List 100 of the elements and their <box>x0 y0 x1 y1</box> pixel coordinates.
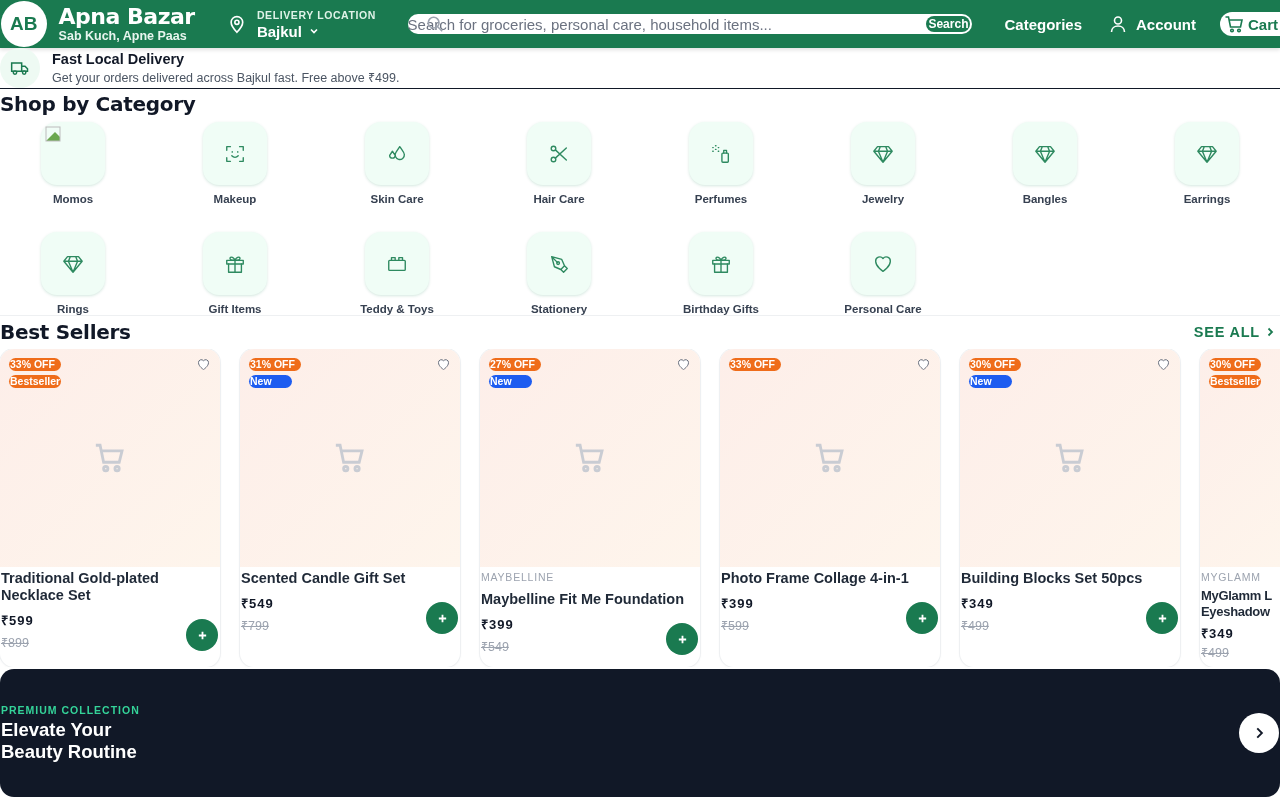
heart-icon[interactable] <box>196 357 211 372</box>
product-tag: New <box>249 375 292 388</box>
category-tile[interactable] <box>851 232 915 295</box>
category-tile[interactable] <box>851 122 915 185</box>
search-button[interactable]: Search <box>926 16 971 32</box>
plus-icon <box>196 629 208 641</box>
add-to-cart-button[interactable] <box>906 602 938 634</box>
category-tile[interactable] <box>203 122 267 185</box>
category-tile[interactable] <box>689 122 753 185</box>
heart-icon[interactable] <box>1156 357 1171 372</box>
original-price: ₹499 <box>1201 645 1230 661</box>
product-name: MyGlamm L Eyeshadow <box>1201 587 1273 620</box>
category-tile[interactable] <box>689 232 753 295</box>
heart-icon[interactable] <box>676 357 691 372</box>
product-name: Photo Frame Collage 4-in-1 <box>721 569 910 587</box>
category-tile[interactable] <box>1013 122 1077 185</box>
product-card[interactable]: 27% OFF New MAYBELLINE Maybelline Fit Me Foundation ₹399 ₹549 <box>480 349 700 667</box>
category-tile[interactable] <box>1175 122 1239 185</box>
category-label: Teddy & Toys <box>360 303 434 315</box>
category-label: Skin Care <box>370 193 424 205</box>
nav-link[interactable]: Categories <box>1004 15 1082 33</box>
category-label: Personal Care <box>844 303 922 315</box>
category-label: Momos <box>52 193 94 205</box>
product-tag: Bestseller <box>9 375 62 388</box>
category-label: Jewelry <box>861 193 905 205</box>
location-label: DELIVERY LOCATION <box>256 8 377 21</box>
product-price: ₹549 <box>241 595 274 612</box>
add-to-cart-button[interactable] <box>1146 602 1178 634</box>
category-label: Hair Care <box>533 193 585 205</box>
product-brand: MAYBELLINE <box>481 571 556 583</box>
category-label: Stationery <box>530 303 588 315</box>
cart-icon <box>1053 441 1087 475</box>
category-label: Gift Items <box>208 303 262 315</box>
product-tag: 30% OFF <box>969 358 1021 371</box>
original-price: ₹599 <box>721 618 750 634</box>
product-card[interactable]: 33% OFF Photo Frame Collage 4-in-1 ₹399 ₹599 <box>720 349 940 667</box>
next-button[interactable] <box>1239 713 1279 753</box>
delivery-title: Fast Local Delivery <box>52 50 186 67</box>
user-icon <box>1108 14 1128 34</box>
cart-icon <box>573 441 607 475</box>
cart-icon <box>333 441 367 475</box>
section-title: Best Sellers <box>0 318 131 346</box>
category-tile[interactable] <box>203 232 267 295</box>
account-link[interactable]: Account <box>1108 14 1196 34</box>
cart-icon <box>93 441 127 475</box>
original-price: ₹549 <box>481 639 510 655</box>
product-tag: 33% OFF <box>729 358 781 371</box>
location-selector[interactable]: Bajkul <box>256 22 408 40</box>
product-card[interactable]: 30% OFF Bestseller MYGLAMM MyGlamm L Eyeshadow ₹349 ₹499 <box>1200 349 1280 667</box>
broken-image-icon <box>45 126 61 142</box>
category-tile[interactable] <box>527 122 591 185</box>
delivery-text: Get your orders delivered across Bajkul fast. Free above ₹499. <box>52 69 400 86</box>
product-tag: New <box>969 375 1012 388</box>
product-tag: Bestseller <box>1209 375 1262 388</box>
add-to-cart-button[interactable] <box>666 623 698 655</box>
product-price: ₹349 <box>961 595 994 612</box>
category-tile[interactable] <box>41 232 105 295</box>
product-name: Maybelline Fit Me Foundation <box>481 590 685 608</box>
product-tag: 31% OFF <box>249 358 301 371</box>
product-card[interactable]: 30% OFF New Building Blocks Set 50pcs ₹349 ₹499 <box>960 349 1180 667</box>
original-price: ₹799 <box>241 618 270 634</box>
product-tag: 27% OFF <box>489 358 541 371</box>
heart-icon[interactable] <box>916 357 931 372</box>
product-tag: 30% OFF <box>1209 358 1261 371</box>
cart-button[interactable]: Cart <box>1220 12 1280 36</box>
product-card[interactable]: 31% OFF New Scented Candle Gift Set ₹549 ₹799 <box>240 349 460 667</box>
banner-eyebrow: PREMIUM COLLECTION <box>1 703 141 716</box>
heart-icon[interactable] <box>436 357 451 372</box>
category-tile[interactable] <box>365 122 429 185</box>
logo[interactable]: AB <box>1 1 47 47</box>
product-brand: MYGLAMM <box>1201 571 1262 583</box>
cart-icon <box>1224 14 1244 34</box>
product-name: Building Blocks Set 50pcs <box>961 569 1144 587</box>
plus-icon <box>1156 612 1168 624</box>
plus-icon <box>676 633 688 645</box>
category-label: Birthday Gifts <box>682 303 759 315</box>
see-all-link[interactable]: SEE ALL <box>1193 323 1276 340</box>
product-name: Traditional Gold-plated Necklace Set <box>1 569 160 604</box>
banner-title: Elevate Your Beauty Routine <box>1 718 138 763</box>
product-price: ₹349 <box>1201 625 1234 642</box>
add-to-cart-button[interactable] <box>426 602 458 634</box>
product-tag: New <box>489 375 532 388</box>
category-tile[interactable] <box>527 232 591 295</box>
spray-bottle-icon <box>710 142 732 165</box>
category-label: Rings <box>57 303 89 315</box>
category-label: Perfumes <box>694 193 748 205</box>
product-price: ₹399 <box>481 616 514 633</box>
category-label: Makeup <box>213 193 257 205</box>
cart-icon <box>813 441 847 475</box>
category-tile[interactable] <box>365 232 429 295</box>
original-price: ₹499 <box>961 618 990 634</box>
product-card[interactable]: 33% OFF Bestseller Traditional Gold-plated Necklace Set ₹599 ₹899 <box>0 349 220 667</box>
product-tag: 33% OFF <box>9 358 61 371</box>
category-label: Earrings <box>1183 193 1231 205</box>
product-price: ₹399 <box>721 595 754 612</box>
add-to-cart-button[interactable] <box>186 619 218 651</box>
product-price: ₹599 <box>1 612 34 629</box>
category-tile[interactable] <box>41 122 105 185</box>
plus-icon <box>916 612 928 624</box>
tagline: Sab Kuch, Apne Paas <box>58 28 188 44</box>
